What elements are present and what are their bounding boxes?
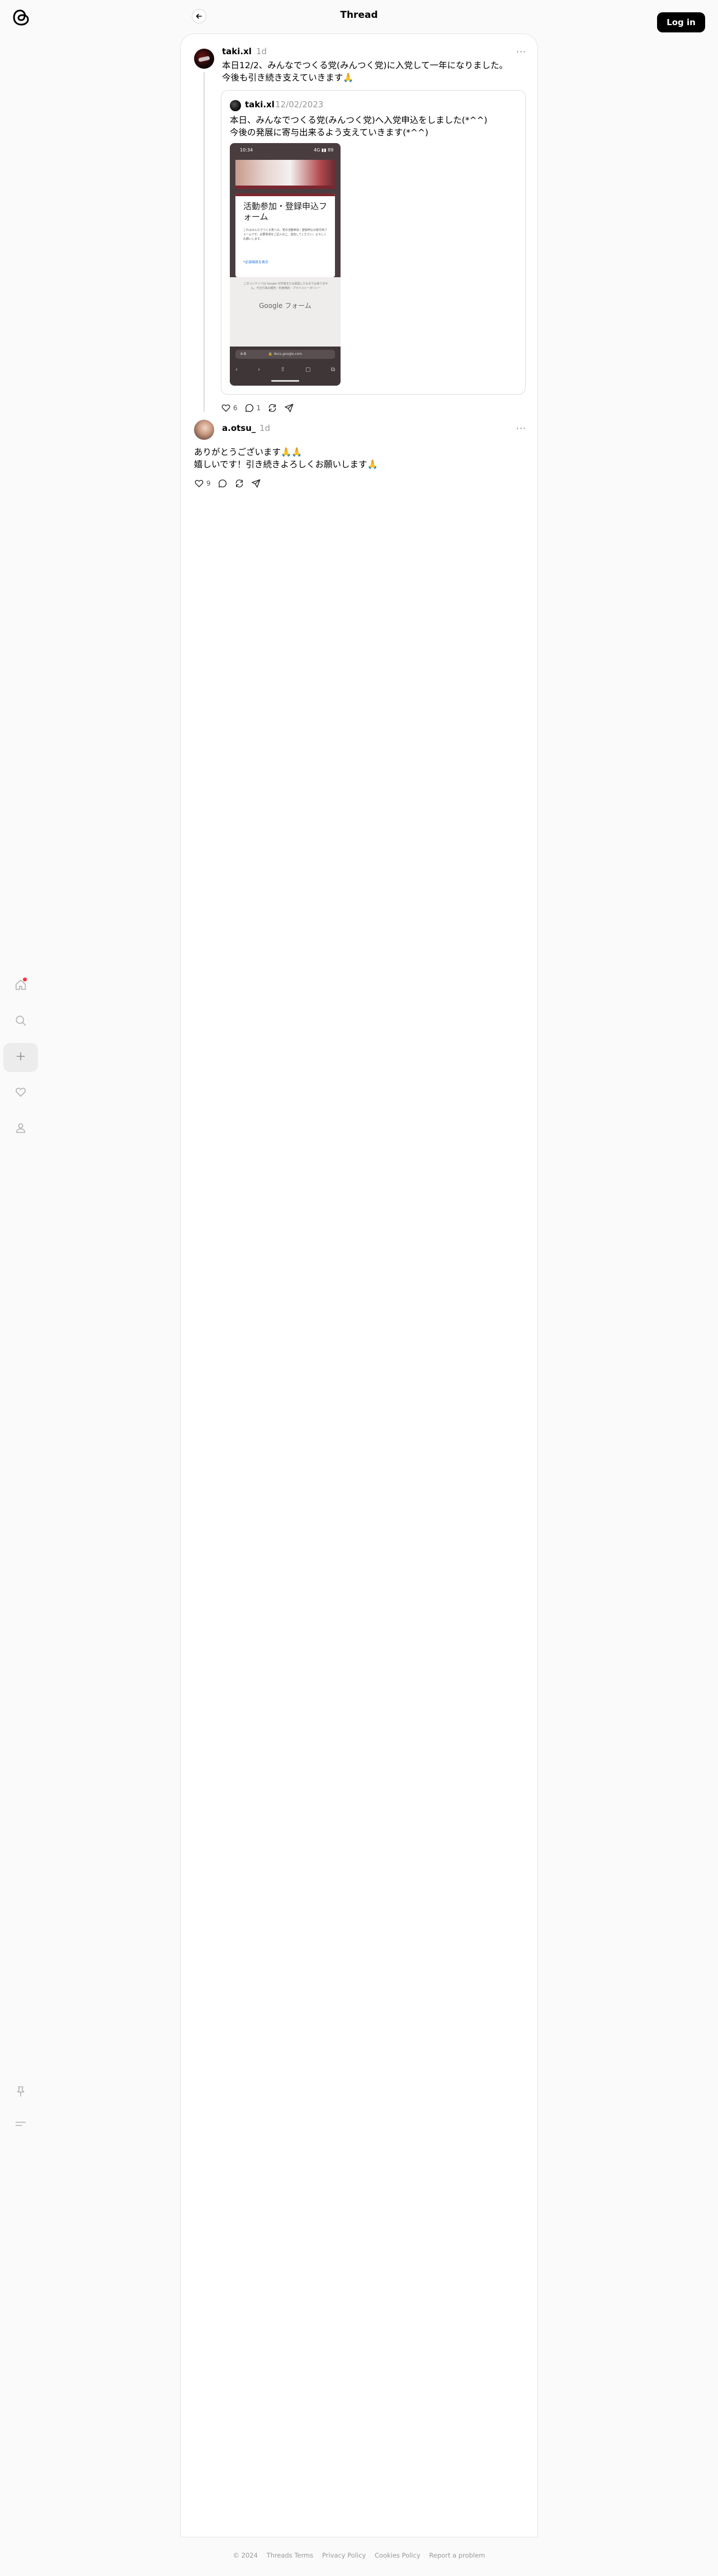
screenshot-tabs-icon: ⧉ — [330, 367, 335, 373]
screenshot-browser-bar: ぁあ 🔒 docs.google.com ‹ › ⇧ ▢ ⧉ — [230, 347, 341, 386]
pin-button[interactable] — [3, 2078, 38, 2107]
share-icon — [251, 478, 261, 488]
footer-link-cookies[interactable]: Cookies Policy — [375, 2551, 421, 2559]
screenshot-form-card: 活動参加・登録申込フォーム これはみんなでつくる党への、党の活動参加・登録申込の… — [235, 193, 335, 277]
activity-heart-icon — [15, 1086, 27, 1100]
menu-icon — [15, 2118, 27, 2132]
left-navigation-bottom — [3, 2078, 38, 2143]
menu-button[interactable] — [3, 2110, 38, 2139]
screenshot-signal: 4G ▮▮ 89 — [314, 148, 334, 153]
screenshot-google-forms-brand: Google フォーム — [259, 302, 311, 310]
more-options-icon[interactable]: ··· — [516, 46, 526, 57]
share-button[interactable] — [251, 478, 261, 488]
quoted-timestamp: 12/02/2023 — [275, 99, 324, 110]
thread-card: taki.xl 1d ··· 本日12/2、みんなでつくる党(みんつく党)に入党… — [180, 34, 538, 2537]
reply-icon — [218, 478, 228, 488]
avatar[interactable] — [194, 49, 214, 69]
nav-home[interactable] — [3, 971, 38, 1000]
search-icon — [15, 1014, 27, 1029]
notification-dot — [23, 978, 27, 981]
screenshot-form-title: 活動参加・登録申込フォーム — [243, 201, 328, 222]
footer: © 2024 Threads Terms Privacy Policy Cook… — [0, 2551, 718, 2559]
more-options-icon[interactable]: ··· — [516, 423, 526, 434]
post-timestamp[interactable]: 1d — [259, 423, 270, 433]
thread-connector-line — [204, 72, 205, 412]
reply-button[interactable] — [218, 478, 228, 488]
post-body: 本日12/2、みんなでつくる党(みんつく党)に入党して一年になりました。 今後も… — [222, 60, 508, 83]
repost-icon — [267, 403, 277, 413]
repost-button[interactable] — [267, 403, 277, 413]
screenshot-home-indicator — [271, 380, 299, 382]
reply-count: 1 — [256, 404, 261, 412]
screenshot-share-icon: ⇧ — [280, 367, 285, 373]
left-navigation — [3, 971, 38, 1150]
screenshot-status-bar: 10:34 4G ▮▮ 89 — [230, 143, 341, 158]
avatar[interactable] — [194, 420, 214, 440]
share-button[interactable] — [284, 403, 294, 413]
create-icon — [15, 1050, 27, 1065]
screenshot-aa-label: ぁあ — [240, 352, 247, 356]
screenshot-form-description: これはみんなでつくる党への、党の活動参加・登録申込の受付用フォームです。必要事項… — [243, 229, 327, 241]
screenshot-url-bar: ぁあ 🔒 docs.google.com — [235, 350, 335, 359]
post-body: ありがとうございます🙏🙏 嬉しいです！引き続きよろしくお願いします🙏 — [194, 447, 378, 469]
screenshot-form-accent — [235, 193, 335, 196]
footer-link-privacy[interactable]: Privacy Policy — [322, 2551, 366, 2559]
screenshot-forward-icon: › — [258, 367, 261, 373]
login-button[interactable]: Log in — [657, 12, 705, 32]
screenshot-url: 🔒 docs.google.com — [268, 352, 303, 356]
like-button[interactable]: 9 — [194, 478, 211, 488]
like-icon — [221, 403, 231, 413]
post-username[interactable]: taki.xl — [222, 46, 252, 56]
nav-search[interactable] — [3, 1007, 38, 1036]
nav-profile[interactable] — [3, 1114, 38, 1144]
attached-screenshot-image[interactable]: 10:34 4G ▮▮ 89 活動参加・登録申込フォーム これはみんなでつくる党… — [230, 143, 341, 386]
footer-link-report[interactable]: Report a problem — [429, 2551, 485, 2559]
screenshot-disclaimer: このコンテンツは Google が作成または承認したものではありません。不正行為… — [243, 282, 328, 290]
quoted-post[interactable]: taki.xl 12/02/2023 本日、みんなでつくる党(みんつく党)へ入党… — [221, 90, 526, 395]
footer-link-terms[interactable]: Threads Terms — [267, 2551, 314, 2559]
nav-activity[interactable] — [3, 1079, 38, 1108]
post-timestamp[interactable]: 1d — [256, 46, 267, 56]
post-username[interactable]: a.otsu_ — [222, 423, 256, 433]
like-count: 6 — [233, 404, 238, 412]
screenshot-required-note: *必須項目を表示 — [243, 260, 269, 264]
quoted-body: 本日、みんなでつくる党(みんつく党)へ入党申込をしました(*^^) 今後の発展に… — [230, 115, 488, 137]
avatar[interactable] — [230, 100, 241, 111]
post-actions: 9 — [194, 478, 268, 488]
quoted-username[interactable]: taki.xl — [245, 99, 275, 110]
reply-icon — [244, 403, 254, 413]
profile-icon — [15, 1122, 27, 1136]
screenshot-back-icon: ‹ — [235, 367, 238, 373]
pin-icon — [15, 2085, 27, 2100]
like-icon — [194, 478, 204, 488]
repost-button[interactable] — [234, 478, 244, 488]
share-icon — [284, 403, 294, 413]
like-button[interactable]: 6 — [221, 403, 238, 413]
screenshot-bookmarks-icon: ▢ — [305, 367, 311, 373]
repost-icon — [234, 478, 244, 488]
screenshot-time: 10:34 — [240, 148, 253, 153]
footer-copyright: © 2024 — [233, 2551, 258, 2559]
reply-button[interactable]: 1 — [244, 403, 261, 413]
like-count: 9 — [206, 480, 211, 487]
screenshot-header-image — [235, 160, 335, 189]
screenshot-browser-nav: ‹ › ⇧ ▢ ⧉ — [235, 367, 335, 373]
page-title: Thread — [340, 10, 378, 21]
post-actions: 6 1 — [221, 403, 301, 413]
nav-create[interactable] — [3, 1043, 38, 1072]
